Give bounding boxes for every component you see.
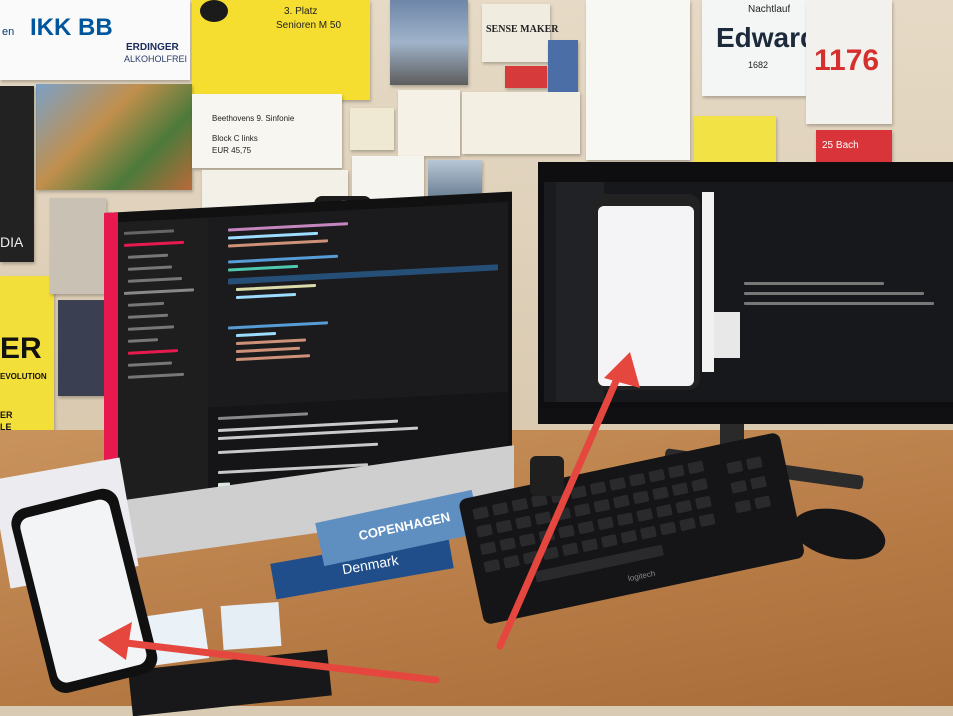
annotation-arrows bbox=[98, 352, 640, 684]
arrow-to-phone-head bbox=[98, 622, 132, 660]
arrow-to-phone bbox=[114, 638, 440, 684]
arrow-to-emulator bbox=[496, 368, 624, 650]
arrow-to-emulator-head bbox=[604, 352, 640, 388]
